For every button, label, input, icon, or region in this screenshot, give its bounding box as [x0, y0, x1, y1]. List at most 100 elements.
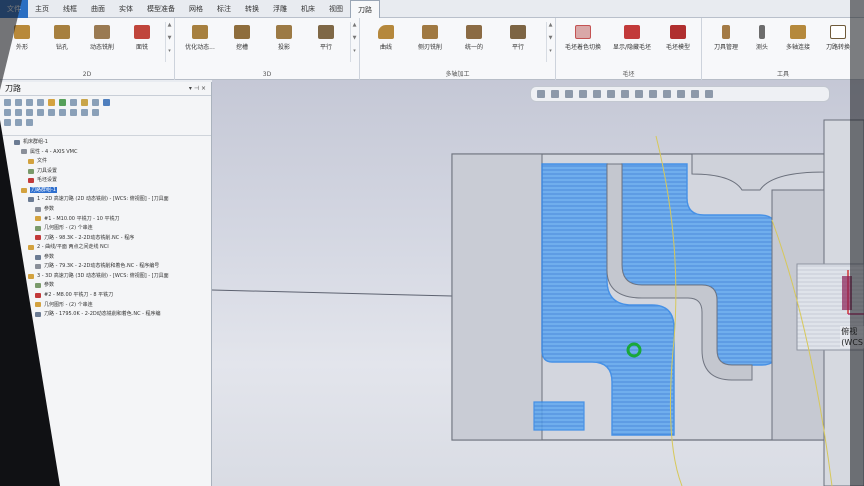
swarf-icon — [422, 25, 438, 39]
selection-mode-icon[interactable] — [537, 90, 545, 98]
regenerate-icon[interactable] — [26, 99, 33, 106]
tree-node[interactable]: 机床群组-1 — [14, 138, 209, 148]
collapse-icon[interactable] — [15, 119, 22, 126]
multiaxis-linking-button[interactable]: 多轴连接 — [778, 22, 818, 64]
tree-node[interactable]: 参数 — [14, 205, 209, 215]
tool-manager-icon — [722, 25, 730, 39]
tree-node[interactable]: 几何图形 - (2) 个串连 — [14, 224, 209, 234]
toolpath-transform-button[interactable]: 刀路转换 — [818, 22, 858, 64]
parallel-3d-button[interactable]: 平行 — [306, 22, 346, 64]
project-button[interactable]: 投影 — [264, 22, 304, 64]
tree-node[interactable]: 刀路群组-1 — [14, 186, 209, 196]
shading-icon[interactable] — [565, 90, 573, 98]
unified-button[interactable]: 统一的 — [454, 22, 494, 64]
toggle-post-icon[interactable] — [26, 109, 33, 116]
show-selected-icon[interactable] — [81, 109, 88, 116]
tree-node-label: 几何图形 - (2) 个串连 — [44, 225, 93, 232]
gallery-scroll-multiaxis[interactable]: ▲ ▼ ▾ — [546, 22, 553, 62]
dynamic-mill-button[interactable]: 动态铣削 — [82, 22, 122, 64]
stock-model-icon — [670, 25, 686, 39]
tree-node-icon — [14, 139, 20, 145]
move-up-icon[interactable] — [48, 109, 55, 116]
optirough-button[interactable]: 优化动态... — [180, 22, 220, 64]
tab-transform[interactable]: 转换 — [238, 0, 266, 18]
move-down-icon[interactable] — [37, 109, 44, 116]
contour-button[interactable]: 外形 — [2, 22, 42, 64]
filter-icon[interactable] — [26, 119, 33, 126]
tree-node[interactable]: 刀具设置 — [14, 167, 209, 177]
probe-button[interactable]: 测头 — [742, 22, 782, 64]
tab-mesh[interactable]: 网格 — [182, 0, 210, 18]
tree-node[interactable]: 3 - 3D 高速刀路 (3D 动态铣削) - [WCS: 俯视图] - [刀具… — [14, 272, 209, 282]
tree-node[interactable]: 2 - 曲线/平面 两点之间走线 NCI — [14, 243, 209, 253]
curve-button[interactable]: 曲线 — [366, 22, 406, 64]
tree-node[interactable]: 文件 — [14, 157, 209, 167]
analyze-icon[interactable] — [705, 90, 713, 98]
tab-toolpaths[interactable]: 刀路 — [350, 0, 380, 18]
tree-node[interactable]: 参数 — [14, 281, 209, 291]
backplot-icon[interactable] — [48, 99, 55, 106]
wireframe-icon[interactable] — [551, 90, 559, 98]
tab-machine[interactable]: 机床 — [294, 0, 322, 18]
verify-icon[interactable] — [59, 99, 66, 106]
tab-dimension[interactable]: 标注 — [210, 0, 238, 18]
post-icon[interactable] — [81, 99, 88, 106]
tree-node[interactable]: 刀路 - 1795.0K - 2-2D动态铣削和着色.NC - 程序编 — [14, 310, 209, 320]
simulate-icon[interactable] — [70, 99, 77, 106]
tab-home[interactable]: 主页 — [28, 0, 56, 18]
view-top-icon[interactable] — [607, 90, 615, 98]
tab-file[interactable]: 文件 — [0, 0, 28, 18]
select-all-icon[interactable] — [4, 99, 11, 106]
tree-node-label: 1 - 2D 高速刀路 (2D 动态铣削) - [WCS: 俯视图] - [刀具… — [37, 196, 169, 203]
view-front-icon[interactable] — [593, 90, 601, 98]
stock-display-button[interactable]: 显示/隐藏毛坯 — [608, 22, 656, 64]
zoom-fit-icon[interactable] — [579, 90, 587, 98]
tree-node[interactable]: 毛坯设置 — [14, 176, 209, 186]
stock-shading-button[interactable]: 毛坯着色切换 — [560, 22, 606, 64]
tab-solids[interactable]: 实体 — [112, 0, 140, 18]
help-icon[interactable] — [103, 99, 110, 106]
insert-arrow-icon[interactable] — [59, 109, 66, 116]
tree-node[interactable]: 参数 — [14, 253, 209, 263]
drill-icon — [54, 25, 70, 39]
line-style-icon[interactable] — [663, 90, 671, 98]
expand-icon[interactable] — [4, 119, 11, 126]
select-dirty-icon[interactable] — [15, 99, 22, 106]
tab-relief[interactable]: 浮雕 — [266, 0, 294, 18]
face-mill-button[interactable]: 面铣 — [122, 22, 162, 64]
color-icon[interactable] — [649, 90, 657, 98]
tree-node[interactable]: 属性 - 4 - AXIS VMC — [14, 148, 209, 158]
pocket-button[interactable]: 挖槽 — [222, 22, 262, 64]
tree-node[interactable]: #1 - M10.00 平铣刀 - 10 平铣刀 — [14, 215, 209, 225]
swarf-button[interactable]: 侧刃铣削 — [410, 22, 450, 64]
clear-color-icon[interactable] — [691, 90, 699, 98]
regenerate-dirty-icon[interactable] — [37, 99, 44, 106]
tab-model-prep[interactable]: 模型准备 — [140, 0, 182, 18]
panel-window-controls[interactable]: ▾ ⊣ × — [189, 85, 206, 92]
project-icon — [276, 25, 292, 39]
scroll-to-arrow-icon[interactable] — [70, 109, 77, 116]
toggle-display-icon[interactable] — [15, 109, 22, 116]
show-all-icon[interactable] — [92, 109, 99, 116]
stock-model-button[interactable]: 毛坯模型 — [658, 22, 698, 64]
gallery-scroll-2d[interactable]: ▲ ▼ ▾ — [165, 22, 172, 62]
tab-surfaces[interactable]: 曲面 — [84, 0, 112, 18]
tab-wireframe[interactable]: 线框 — [56, 0, 84, 18]
drill-button[interactable]: 钻孔 — [42, 22, 82, 64]
tree-node-icon — [35, 264, 41, 270]
view-right-icon[interactable] — [621, 90, 629, 98]
tree-node[interactable]: 几何图形 - (2) 个串连 — [14, 301, 209, 311]
graphics-viewport[interactable]: 俯视 (WCS — [212, 80, 864, 486]
tab-view[interactable]: 视图 — [322, 0, 350, 18]
level-icon[interactable] — [677, 90, 685, 98]
tool-manager-button[interactable]: 刀具管理 — [706, 22, 746, 64]
view-iso-icon[interactable] — [635, 90, 643, 98]
lock-icon[interactable] — [4, 109, 11, 116]
tree-node[interactable]: #2 - M8.00 平铣刀 - 8 平铣刀 — [14, 291, 209, 301]
parallel-multiaxis-button[interactable]: 平行 — [498, 22, 538, 64]
gallery-scroll-3d[interactable]: ▲ ▼ ▾ — [350, 22, 357, 62]
tree-node[interactable]: 刀路 - 98.3K - 2-2D动态铣削.NC - 程序 — [14, 234, 209, 244]
highfeed-icon[interactable] — [92, 99, 99, 106]
tree-node[interactable]: 1 - 2D 高速刀路 (2D 动态铣削) - [WCS: 俯视图] - [刀具… — [14, 195, 209, 205]
tree-node[interactable]: 刀路 - 79.3K - 2-2D动态铣削和着色.NC - 程序编号 — [14, 262, 209, 272]
